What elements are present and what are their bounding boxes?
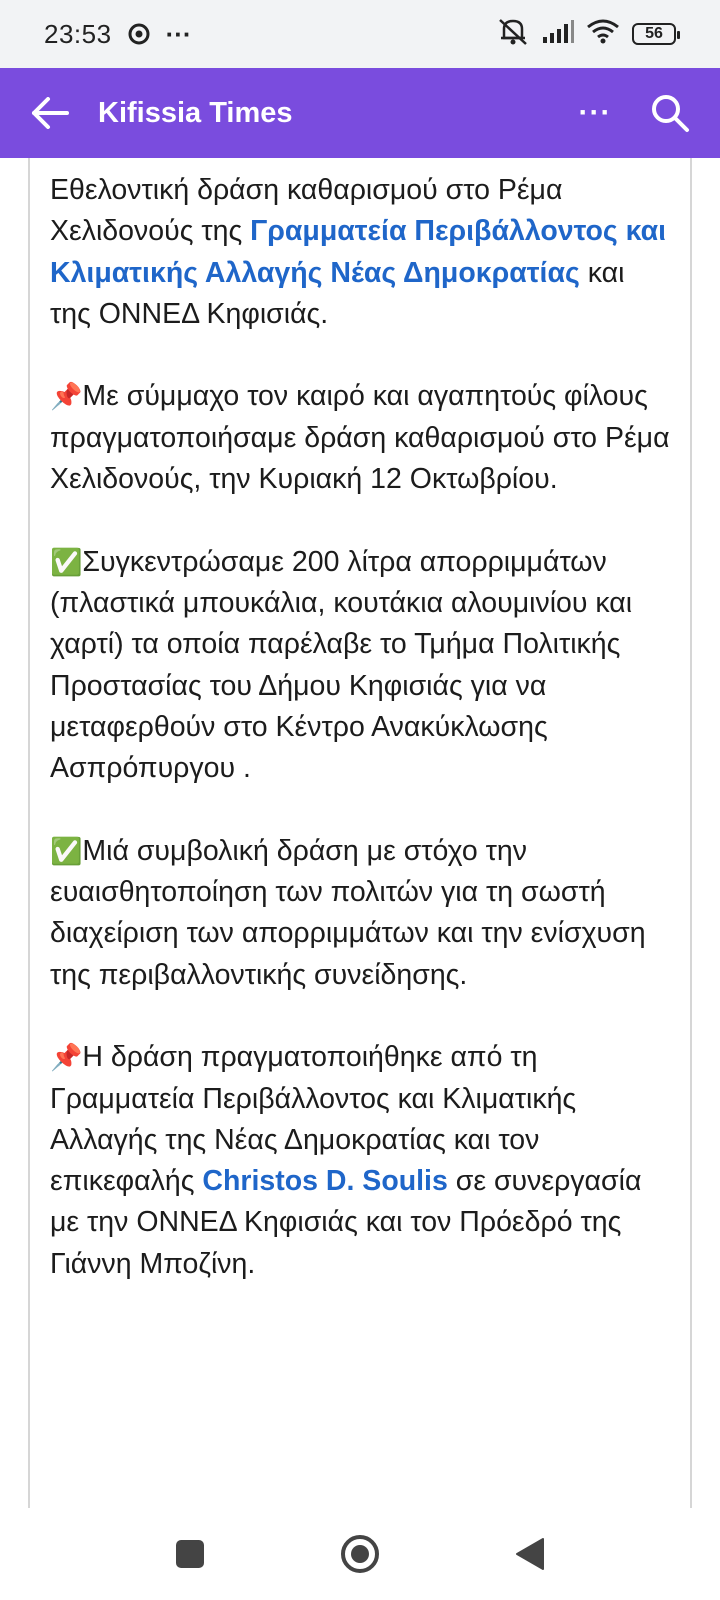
home-circle-icon	[341, 1535, 379, 1573]
back-button[interactable]	[500, 1524, 560, 1584]
app-bar: Kifissia Times ···	[0, 68, 720, 158]
check-mark-icon: ✅	[50, 835, 83, 866]
pushpin-icon: 📌	[50, 381, 83, 412]
signal-icon	[542, 19, 574, 50]
system-nav-bar	[0, 1508, 720, 1600]
collected-text: Συγκεντρώσαμε 200 λίτρα απορριμμάτων (πλ…	[50, 545, 633, 785]
home-button[interactable]	[330, 1524, 390, 1584]
wifi-icon	[586, 18, 620, 51]
paragraph-awareness: ✅Μιά συμβολική δράση με στόχο την ευαισθ…	[50, 831, 670, 996]
mute-icon	[496, 16, 530, 53]
status-bar: 23:53 ··· 56	[0, 0, 720, 68]
post-content[interactable]: Εθελοντική δράση καθαρισμού στο Ρέμα Χελ…	[0, 158, 720, 1508]
battery-icon: 56	[632, 23, 680, 45]
back-triangle-icon	[516, 1538, 544, 1570]
paragraph-action: 📌Με σύμμαχο τον καιρό και αγαπητούς φίλο…	[50, 376, 670, 500]
back-arrow-icon	[32, 97, 69, 129]
profile-link-christos-soulis[interactable]: Christos D. Soulis	[202, 1165, 447, 1197]
paragraph-organizers: 📌Η δράση πραγματοποιήθηκε από τη Γραμματ…	[50, 1037, 670, 1285]
awareness-text: Μιά συμβολική δράση με στόχο την ευαισθη…	[50, 834, 646, 991]
action-text: Με σύμμαχο τον καιρό και αγαπητούς φίλου…	[50, 380, 670, 496]
status-time: 23:53	[44, 18, 112, 49]
check-mark-icon: ✅	[50, 546, 83, 577]
search-button[interactable]	[630, 68, 710, 158]
paragraph-intro: Εθελοντική δράση καθαρισμού στο Ρέμα Χελ…	[50, 170, 670, 335]
more-options-button[interactable]: ···	[560, 68, 630, 158]
pushpin-icon: 📌	[50, 1042, 83, 1073]
chrome-icon	[128, 23, 150, 45]
recents-square-icon	[176, 1540, 204, 1568]
page-title: Kifissia Times	[98, 96, 293, 129]
recents-button[interactable]	[160, 1524, 220, 1584]
status-more: ···	[165, 18, 192, 49]
search-icon	[652, 95, 689, 132]
more-options-icon: ···	[578, 96, 612, 129]
post-text: Εθελοντική δράση καθαρισμού στο Ρέμα Χελ…	[50, 170, 670, 1326]
back-arrow-button[interactable]	[0, 68, 100, 158]
paragraph-collected: ✅Συγκεντρώσαμε 200 λίτρα απορριμμάτων (π…	[50, 542, 670, 790]
